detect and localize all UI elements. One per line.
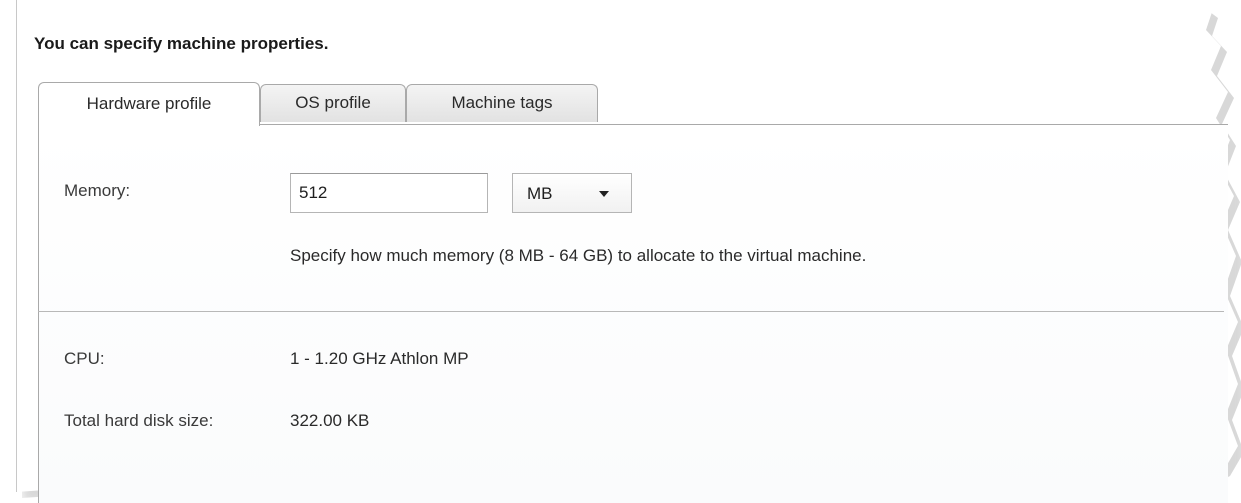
cpu-label: CPU: — [64, 349, 105, 368]
screenshot-stage: You can specify machine properties. Hard… — [0, 0, 1241, 503]
panel-left-border — [16, 0, 17, 492]
section-divider — [38, 311, 1224, 312]
memory-unit-value: MB — [527, 184, 553, 203]
memory-hint: Specify how much memory (8 MB - 64 GB) t… — [290, 246, 867, 265]
tab-content-panel — [38, 124, 1228, 503]
cpu-value: 1 - 1.20 GHz Athlon MP — [290, 349, 469, 368]
tab-machine-tags[interactable]: Machine tags — [406, 84, 598, 122]
memory-input[interactable] — [290, 173, 488, 213]
memory-unit-select[interactable]: MB — [512, 173, 632, 213]
page-title: You can specify machine properties. — [34, 34, 329, 53]
disk-size-label: Total hard disk size: — [64, 411, 214, 430]
tab-hardware-profile[interactable]: Hardware profile — [38, 82, 260, 126]
tab-os-profile[interactable]: OS profile — [260, 84, 406, 122]
disk-size-value: 322.00 KB — [290, 411, 370, 430]
chevron-down-icon — [599, 191, 609, 197]
memory-label: Memory: — [64, 181, 131, 200]
